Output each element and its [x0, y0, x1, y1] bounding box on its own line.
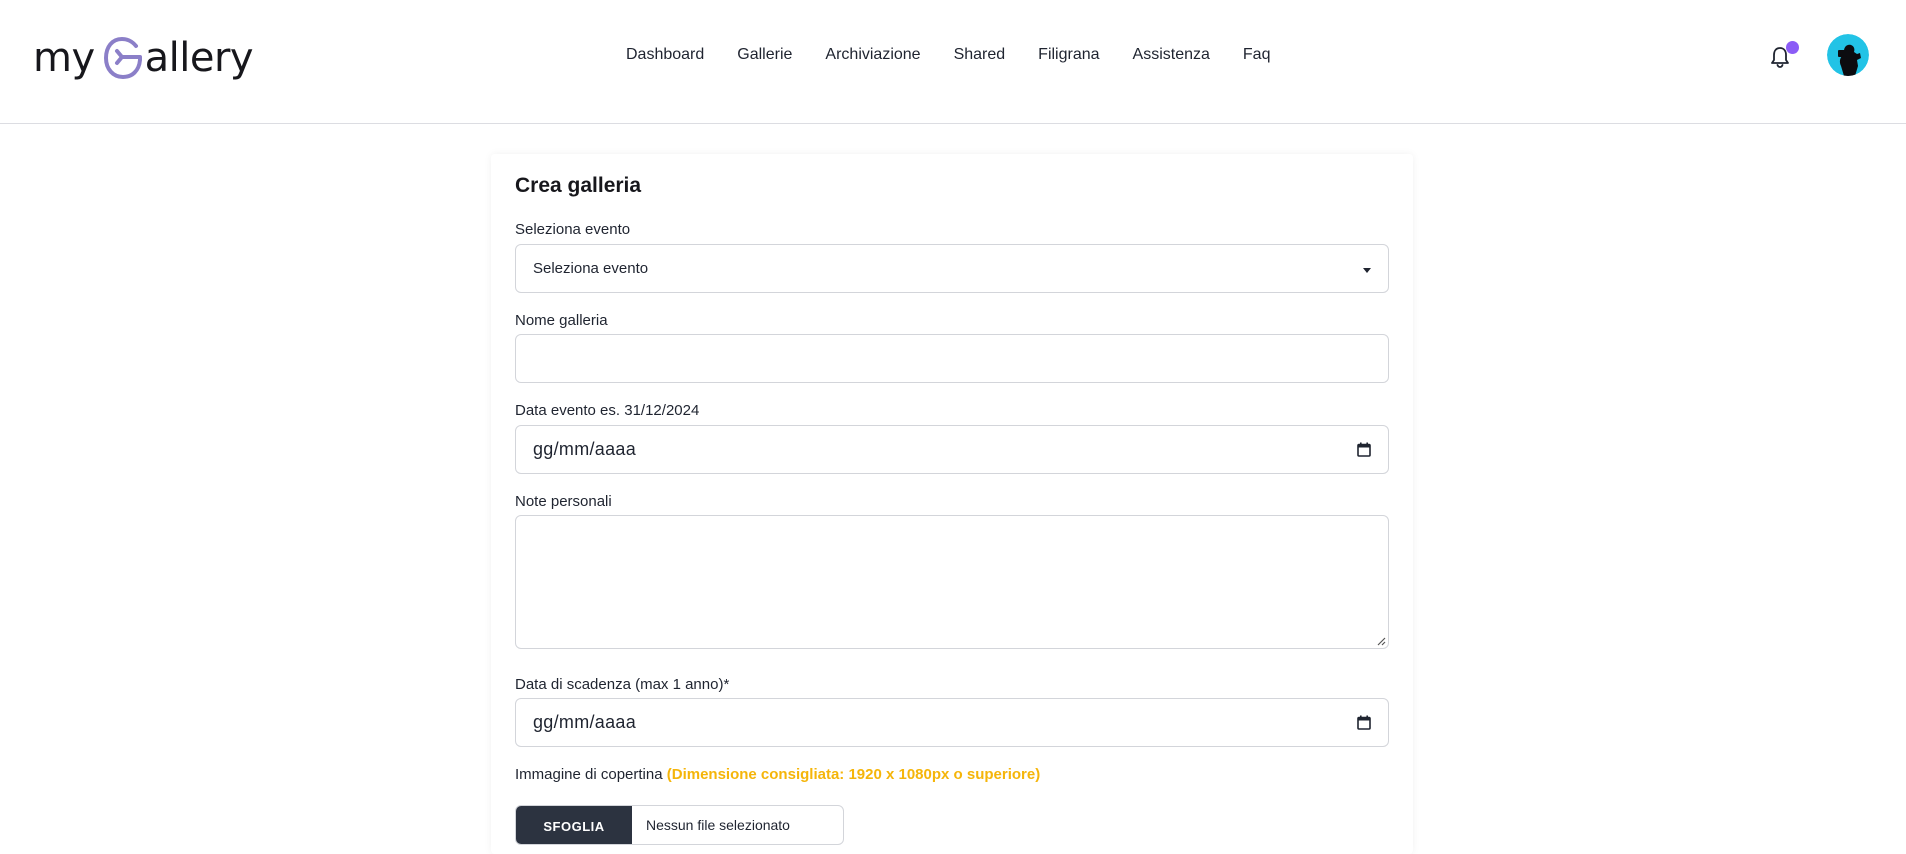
nav-archiviazione[interactable]: Archiviazione: [825, 46, 920, 64]
event-select[interactable]: Seleziona evento: [515, 244, 1389, 293]
logo-g-icon: [103, 37, 142, 79]
cover-image-hint: (Dimensione consigliata: 1920 x 1080px o…: [666, 766, 1041, 783]
nav-faq[interactable]: Faq: [1243, 46, 1271, 64]
nav-shared[interactable]: Shared: [954, 46, 1006, 64]
file-status-text: Nessun file selezionato: [646, 817, 790, 833]
cover-file-input[interactable]: SFOGLIA Nessun file selezionato: [515, 805, 844, 845]
expiry-date-input[interactable]: gg/mm/aaaa: [515, 698, 1389, 747]
avatar-photographer-icon: [1827, 34, 1869, 76]
resize-handle-icon[interactable]: [1377, 637, 1386, 646]
user-avatar[interactable]: [1827, 34, 1869, 76]
notes-textarea[interactable]: [515, 515, 1389, 649]
expiry-date-label: Data di scadenza (max 1 anno)*: [515, 676, 730, 693]
create-gallery-card: Crea galleria Seleziona evento Seleziona…: [491, 154, 1413, 854]
gallery-name-label: Nome galleria: [515, 312, 608, 329]
notes-label: Note personali: [515, 493, 612, 510]
browse-file-button[interactable]: SFOGLIA: [516, 806, 632, 844]
nav-gallerie[interactable]: Gallerie: [737, 46, 792, 64]
notes-wrapper: [515, 515, 1389, 649]
notification-button[interactable]: [1770, 41, 1799, 70]
nav-assistenza[interactable]: Assistenza: [1133, 46, 1210, 64]
app-logo[interactable]: my allery: [33, 30, 254, 86]
cover-image-label: Immagine di copertina (Dimensione consig…: [515, 766, 1040, 783]
cover-image-label-text: Immagine di copertina: [515, 766, 663, 783]
notification-dot: [1786, 41, 1799, 54]
logo-suffix: allery: [144, 35, 254, 81]
event-select-value: Seleziona evento: [533, 260, 649, 277]
nav-filigrana[interactable]: Filigrana: [1038, 46, 1099, 64]
main-nav: Dashboard Gallerie Archiviazione Shared …: [626, 46, 1303, 64]
logo-prefix: my: [33, 35, 95, 81]
calendar-icon[interactable]: [1357, 442, 1371, 457]
event-date-input[interactable]: gg/mm/aaaa: [515, 425, 1389, 474]
chevron-down-icon: [1363, 268, 1371, 273]
gallery-name-input[interactable]: [515, 334, 1389, 383]
page-title: Crea galleria: [515, 174, 642, 197]
calendar-icon[interactable]: [1357, 715, 1371, 730]
event-date-placeholder: gg/mm/aaaa: [533, 439, 637, 459]
top-navbar: my allery Dashboard Gallerie Archiviazio…: [0, 0, 1906, 124]
event-select-label: Seleziona evento: [515, 221, 631, 238]
expiry-date-placeholder: gg/mm/aaaa: [533, 712, 637, 732]
event-date-label: Data evento es. 31/12/2024: [515, 402, 700, 419]
nav-dashboard[interactable]: Dashboard: [626, 46, 704, 64]
